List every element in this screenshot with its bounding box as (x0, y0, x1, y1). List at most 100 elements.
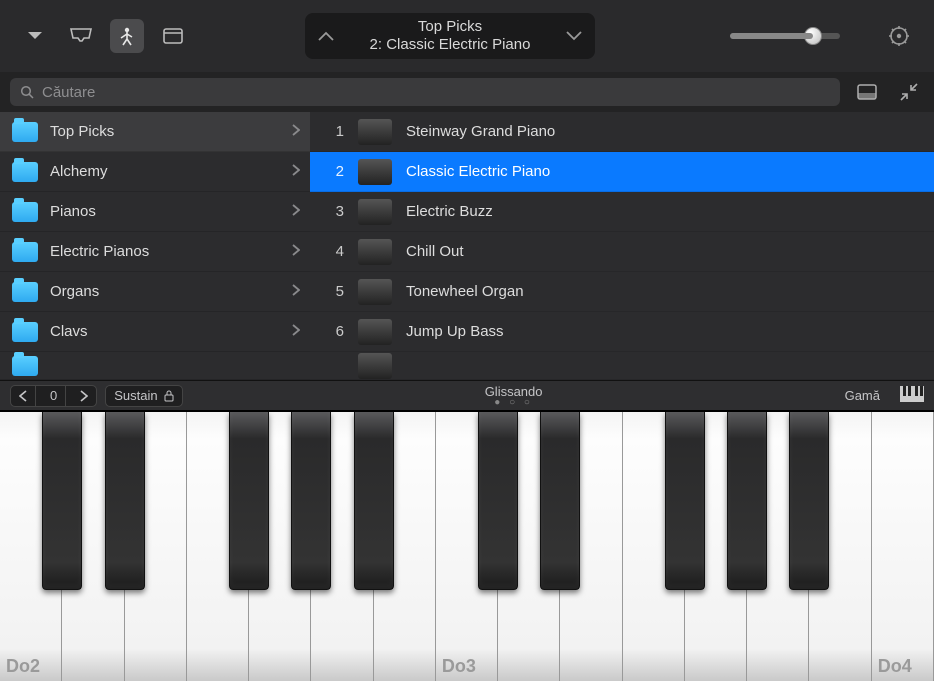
black-key[interactable] (727, 412, 767, 590)
category-row[interactable]: Organs (0, 272, 310, 312)
patch-thumbnail (358, 159, 392, 185)
patch-row[interactable]: 5 Tonewheel Organ (310, 272, 934, 312)
folder-icon (12, 282, 38, 302)
chevron-right-icon (292, 323, 300, 340)
chevron-right-icon (292, 203, 300, 220)
volume-slider[interactable] (730, 33, 840, 39)
window-view-button[interactable] (156, 19, 190, 53)
patch-row[interactable]: 4 Chill Out (310, 232, 934, 272)
category-row[interactable]: Alchemy (0, 152, 310, 192)
keyboard-layout-button[interactable] (900, 386, 924, 405)
page-dots-icon: ● ○ ○ (191, 397, 837, 408)
top-toolbar: Top Picks 2: Classic Electric Piano (0, 0, 934, 72)
black-key[interactable] (665, 412, 705, 590)
settings-button[interactable] (882, 19, 916, 53)
sustain-label: Sustain (114, 388, 157, 403)
black-key[interactable] (540, 412, 580, 590)
patch-label: Steinway Grand Piano (406, 123, 555, 140)
search-icon (20, 85, 34, 99)
track-display-text: Top Picks 2: Classic Electric Piano (337, 18, 563, 54)
search-placeholder: Căutare (42, 84, 95, 101)
patch-thumbnail (358, 353, 392, 379)
key-label: Do2 (6, 656, 40, 677)
octave-stepper[interactable]: 0 (10, 385, 97, 407)
category-row[interactable]: Clavs (0, 312, 310, 352)
key-label: Do4 (878, 656, 912, 677)
patch-label: Classic Electric Piano (406, 163, 550, 180)
browser-view-button[interactable] (110, 19, 144, 53)
category-label: Clavs (50, 323, 88, 340)
patch-row[interactable] (310, 352, 934, 380)
inbox-icon[interactable] (64, 19, 98, 53)
black-key[interactable] (105, 412, 145, 590)
menu-dropdown-button[interactable] (18, 19, 52, 53)
patch-row[interactable]: 2 Classic Electric Piano (310, 152, 934, 192)
category-label: Electric Pianos (50, 243, 149, 260)
category-row[interactable]: Pianos (0, 192, 310, 232)
black-key[interactable] (291, 412, 331, 590)
octave-value: 0 (42, 386, 66, 406)
folder-icon (12, 356, 38, 376)
category-list[interactable]: Top Picks Alchemy Pianos Electric Pianos Org… (0, 112, 310, 380)
search-row: Căutare (0, 72, 934, 112)
category-row[interactable]: Electric Pianos (0, 232, 310, 272)
patch-number: 5 (324, 283, 344, 300)
folder-icon (12, 322, 38, 342)
chevron-right-icon (292, 163, 300, 180)
white-key[interactable]: Do4 (872, 412, 934, 681)
patch-label: Tonewheel Organ (406, 283, 524, 300)
patch-row[interactable]: 3Electric Buzz (310, 192, 934, 232)
track-subtitle: 2: Classic Electric Piano (337, 36, 563, 54)
view-toggle-button[interactable] (852, 79, 882, 105)
volume-knob[interactable] (804, 27, 822, 45)
patch-row[interactable]: 1 Steinway Grand Piano (310, 112, 934, 152)
folder-icon (12, 162, 38, 182)
chevron-right-icon (292, 283, 300, 300)
octave-down-button[interactable] (11, 386, 36, 406)
black-key[interactable] (354, 412, 394, 590)
patch-thumbnail (358, 279, 392, 305)
patch-list[interactable]: 1 Steinway Grand Piano 2 Classic Electric P… (310, 112, 934, 380)
scale-label: Gamă (845, 388, 880, 403)
sustain-button[interactable]: Sustain (105, 385, 182, 407)
patch-number: 4 (324, 243, 344, 260)
black-key[interactable] (42, 412, 82, 590)
patch-thumbnail (358, 319, 392, 345)
patch-number: 2 (324, 163, 344, 180)
track-title: Top Picks (337, 18, 563, 36)
category-label: Pianos (50, 203, 96, 220)
folder-icon (12, 122, 38, 142)
category-row[interactable]: Top Picks (0, 112, 310, 152)
category-row[interactable] (0, 352, 310, 380)
prev-track-button[interactable] (315, 25, 337, 47)
patch-thumbnail (358, 199, 392, 225)
sound-browser: Top Picks Alchemy Pianos Electric Pianos Org… (0, 112, 934, 380)
patch-number: 6 (324, 323, 344, 340)
folder-icon (12, 242, 38, 262)
category-label: Alchemy (50, 163, 108, 180)
folder-icon (12, 202, 38, 222)
lock-icon (164, 390, 174, 402)
octave-up-button[interactable] (72, 386, 96, 406)
keyboard-mode[interactable]: Glissando ● ○ ○ (191, 384, 837, 408)
category-label: Organs (50, 283, 99, 300)
scale-button[interactable]: Gamă (845, 388, 880, 403)
next-track-button[interactable] (563, 25, 585, 47)
category-label: Top Picks (50, 123, 114, 140)
black-key[interactable] (478, 412, 518, 590)
patch-row[interactable]: 6 Jump Up Bass (310, 312, 934, 352)
patch-label: Chill Out (406, 243, 464, 260)
search-input[interactable]: Căutare (10, 78, 840, 106)
piano-keyboard[interactable]: Do2 Do3 Do4 (0, 410, 934, 681)
black-key[interactable] (229, 412, 269, 590)
patch-label: Jump Up Bass (406, 323, 504, 340)
chevron-right-icon (292, 123, 300, 140)
patch-number: 1 (324, 123, 344, 140)
patch-thumbnail (358, 119, 392, 145)
keyboard-toolbar: 0 Sustain Glissando ● ○ ○ Gamă (0, 380, 934, 410)
black-key[interactable] (789, 412, 829, 590)
track-display[interactable]: Top Picks 2: Classic Electric Piano (305, 13, 595, 59)
key-label: Do3 (442, 656, 476, 677)
collapse-button[interactable] (894, 79, 924, 105)
patch-label: Electric Buzz (406, 203, 493, 220)
